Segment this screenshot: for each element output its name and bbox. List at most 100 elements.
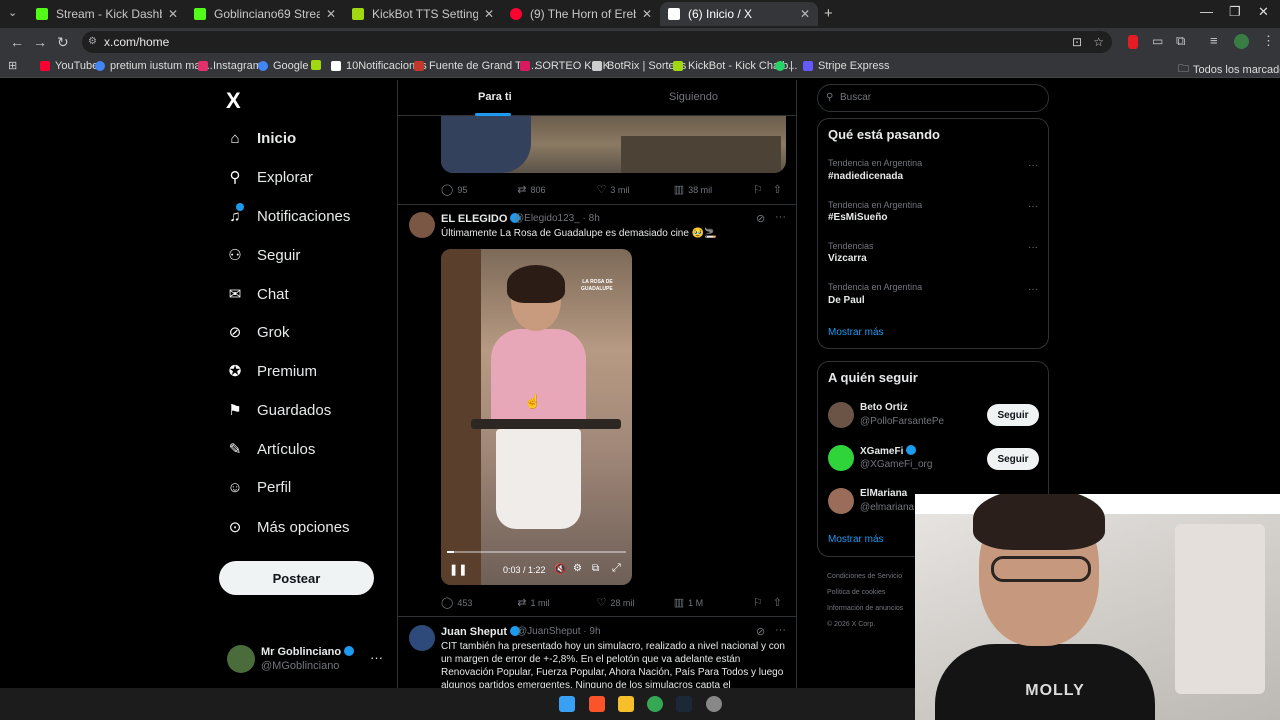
follow-name[interactable]: Beto Ortiz bbox=[860, 402, 908, 413]
maximize-icon[interactable]: ❐ bbox=[1229, 4, 1241, 20]
browser-tab-4[interactable]: (9) The Horn of Erebor | ISOLAT ✕ bbox=[502, 2, 660, 26]
close-icon[interactable]: ✕ bbox=[484, 7, 494, 21]
footer-link[interactable]: Información de anuncios bbox=[827, 601, 903, 617]
media-icon[interactable]: ≡ bbox=[1210, 33, 1218, 48]
forward-icon[interactable]: → bbox=[33, 34, 47, 50]
bookmark-item[interactable]: pretium iustum mat... bbox=[95, 60, 213, 72]
repost-action[interactable]: ⇄ 806 bbox=[517, 183, 596, 196]
close-icon[interactable]: ✕ bbox=[168, 7, 178, 21]
steam-icon[interactable] bbox=[676, 696, 692, 712]
tweet-author-handle[interactable]: @Elegido123_ · 8h bbox=[514, 213, 600, 224]
account-more-icon[interactable]: ··· bbox=[370, 650, 383, 665]
follow-show-more-link[interactable]: Mostrar más bbox=[828, 534, 884, 545]
like-action[interactable]: ♡ 28 mil bbox=[597, 596, 674, 609]
timeline[interactable]: Para ti Siguiendo ◯ 95 ⇄ 806 ♡ 3 mil ▥ 38 mi… bbox=[397, 80, 797, 688]
follow-name[interactable]: ElMariana bbox=[860, 488, 907, 499]
bookmark-action[interactable]: ⚐ bbox=[753, 183, 773, 196]
video-progress-bar[interactable] bbox=[447, 551, 626, 553]
windows-start-icon[interactable] bbox=[559, 696, 575, 712]
app-icon[interactable] bbox=[706, 696, 722, 712]
chrome-icon[interactable] bbox=[647, 696, 663, 712]
more-icon[interactable]: ··· bbox=[1028, 284, 1038, 295]
kebab-menu-icon[interactable]: ⋮ bbox=[1262, 33, 1275, 49]
x-logo-icon[interactable]: X bbox=[226, 88, 241, 114]
follow-avatar[interactable] bbox=[828, 402, 854, 428]
bookmark-item[interactable]: 10Notificaciones bbox=[331, 60, 427, 72]
tweet-video[interactable]: LA ROSA DE GUADALUPE ❚❚ 0:03 / 1:22 🔇 ⚙ ⧉… bbox=[441, 249, 632, 585]
puzzle-icon[interactable]: ⧉ bbox=[1176, 33, 1185, 49]
share-action[interactable]: ⇧ bbox=[773, 596, 786, 609]
browser-tab-5-active[interactable]: (6) Inicio / X ✕ bbox=[660, 2, 818, 26]
follow-button[interactable]: Seguir bbox=[987, 404, 1039, 426]
grok-icon[interactable]: ⊘ bbox=[756, 212, 765, 225]
url-input[interactable]: ⚙ x.com/home ⊡ ☆ bbox=[82, 31, 1112, 53]
bookmark-item[interactable]: Stripe Express bbox=[803, 60, 890, 72]
tweet-author-name[interactable]: Juan Sheput bbox=[441, 626, 521, 638]
more-icon[interactable]: ··· bbox=[1028, 160, 1038, 171]
extension-red-icon[interactable] bbox=[1128, 35, 1138, 49]
search-input[interactable]: ⚲ Buscar bbox=[817, 84, 1049, 112]
reload-icon[interactable]: ↻ bbox=[57, 34, 69, 51]
tab-siguiendo[interactable]: Siguiendo bbox=[669, 91, 718, 103]
nav-item-guardados[interactable]: ⚑ Guardados bbox=[226, 401, 331, 420]
star-icon[interactable]: ☆ bbox=[1093, 31, 1104, 53]
follow-button[interactable]: Seguir bbox=[987, 448, 1039, 470]
more-icon[interactable]: ··· bbox=[775, 624, 786, 636]
bookmark-item[interactable] bbox=[311, 60, 326, 70]
nav-item-perfil[interactable]: ☺ Perfil bbox=[226, 478, 291, 496]
trend-name[interactable]: #EsMiSueño bbox=[828, 212, 887, 223]
footer-link[interactable]: Política de cookies bbox=[827, 585, 903, 601]
brave-icon[interactable] bbox=[589, 696, 605, 712]
minimize-icon[interactable]: — bbox=[1200, 4, 1213, 19]
nav-item-notificaciones[interactable]: ♫ Notificaciones bbox=[226, 203, 350, 225]
new-tab-button[interactable]: + bbox=[824, 5, 833, 22]
close-icon[interactable]: ✕ bbox=[642, 7, 652, 21]
trends-show-more-link[interactable]: Mostrar más bbox=[828, 327, 884, 338]
back-icon[interactable]: ← bbox=[10, 34, 24, 50]
extension-icon[interactable]: ▭ bbox=[1152, 34, 1163, 48]
nav-item-explorar[interactable]: ⚲ Explorar bbox=[226, 168, 313, 187]
trend-name[interactable]: Vizcarra bbox=[828, 253, 867, 264]
apps-icon[interactable]: ⊞ bbox=[8, 59, 17, 72]
tweet-author-handle[interactable]: @JuanSheput · 9h bbox=[517, 626, 601, 637]
more-icon[interactable]: ··· bbox=[775, 211, 786, 223]
bookmark-action[interactable]: ⚐ bbox=[753, 596, 773, 609]
tweet-avatar[interactable] bbox=[409, 212, 435, 238]
follow-avatar[interactable] bbox=[828, 488, 854, 514]
nav-item-articulos[interactable]: ✎ Artículos bbox=[226, 440, 316, 459]
profile-avatar-icon[interactable] bbox=[1234, 34, 1249, 49]
nav-item-seguir[interactable]: ⚇ Seguir bbox=[226, 246, 300, 265]
install-icon[interactable]: ⊡ bbox=[1072, 31, 1082, 53]
reply-action[interactable]: ◯ 95 bbox=[441, 183, 517, 196]
views-action[interactable]: ▥ 38 mil bbox=[674, 183, 753, 196]
like-action[interactable]: ♡ 3 mil bbox=[597, 183, 674, 196]
share-action[interactable]: ⇧ bbox=[773, 183, 786, 196]
browser-tab-2[interactable]: Goblinciano69 Stream - Watch ✕ bbox=[186, 2, 344, 26]
tweet-author-name[interactable]: EL ELEGIDO bbox=[441, 213, 521, 225]
nav-item-premium[interactable]: ✪ Premium bbox=[226, 362, 317, 381]
follow-avatar[interactable] bbox=[828, 445, 854, 471]
close-icon[interactable]: ✕ bbox=[326, 7, 336, 21]
nav-item-grok[interactable]: ⊘ Grok bbox=[226, 323, 290, 342]
browser-tab-1[interactable]: Stream - Kick Dashboard ✕ bbox=[28, 2, 186, 26]
bookmark-item[interactable]: Instagram bbox=[198, 60, 262, 72]
follow-name[interactable]: XGameFi bbox=[860, 445, 917, 457]
window-close-icon[interactable]: ✕ bbox=[1258, 4, 1269, 20]
tweet-avatar[interactable] bbox=[409, 625, 435, 651]
account-name[interactable]: Mr Goblinciano bbox=[261, 646, 355, 658]
folder-icon[interactable] bbox=[618, 696, 634, 712]
nav-item-mas-opciones[interactable]: ⊙ Más opciones bbox=[226, 518, 350, 537]
grok-icon[interactable]: ⊘ bbox=[756, 625, 765, 638]
bookmark-item[interactable]: Google bbox=[258, 60, 308, 72]
pip-icon[interactable]: ⧉ bbox=[592, 563, 599, 574]
close-icon[interactable]: ✕ bbox=[800, 7, 810, 21]
trend-name[interactable]: #nadiedicenada bbox=[828, 171, 903, 182]
repost-action[interactable]: ⇄ 1 mil bbox=[517, 596, 596, 609]
nav-item-inicio[interactable]: ⌂ Inicio bbox=[226, 129, 296, 147]
nav-item-chat[interactable]: ✉ Chat bbox=[226, 285, 289, 304]
site-info-icon[interactable]: ⚙ bbox=[88, 31, 97, 53]
pause-icon[interactable]: ❚❚ bbox=[449, 563, 467, 576]
fullscreen-icon[interactable]: ⤢ bbox=[612, 562, 621, 575]
views-action[interactable]: ▥ 1 M bbox=[674, 596, 753, 609]
bookmark-item[interactable]: | bbox=[775, 60, 793, 72]
